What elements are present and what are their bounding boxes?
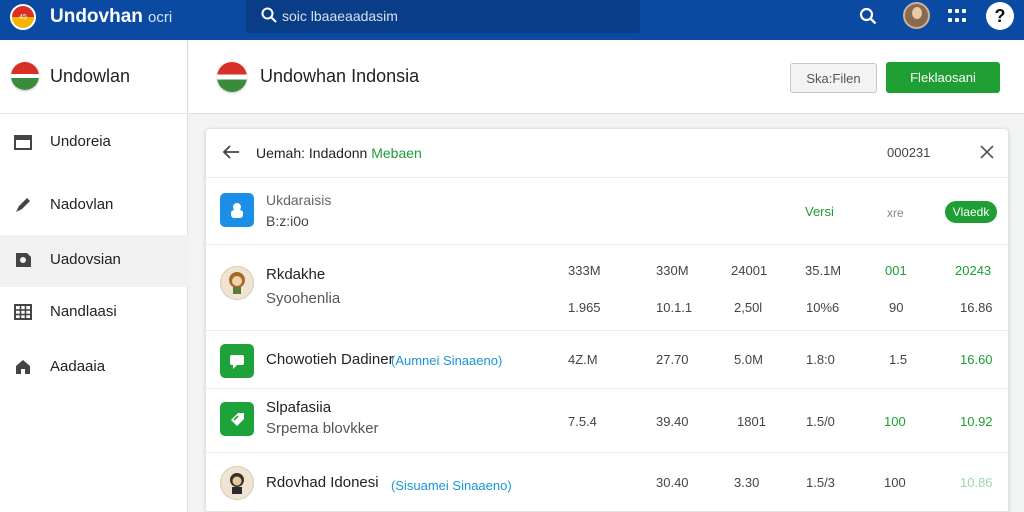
- account-icon[interactable]: ?: [986, 2, 1014, 30]
- tag-icon: [220, 402, 254, 436]
- card-header: Uemah: Indadonn Mebaen 000231: [206, 129, 1008, 178]
- user-avatar[interactable]: [903, 2, 930, 29]
- detail-card: Uemah: Indadonn Mebaen 000231 Ukdaraisis…: [205, 128, 1009, 512]
- home-icon: [16, 360, 30, 374]
- table-cell: 24001: [731, 263, 768, 278]
- pen-icon: [16, 198, 30, 212]
- app-icon: [220, 193, 254, 227]
- table-cell: 2,50l: [734, 300, 763, 315]
- table-cell: 16.86: [960, 300, 993, 315]
- table-cell: 10.1.1: [656, 300, 693, 315]
- row-subtitle: Syoohenlia: [266, 290, 341, 307]
- table-cell: 10%6: [806, 300, 840, 315]
- table-icon: [14, 304, 32, 320]
- table-cell: 90: [889, 300, 904, 315]
- sidebar-item-label: Uadovsian: [50, 251, 121, 268]
- table-cell: 1801: [737, 414, 766, 429]
- close-icon[interactable]: [978, 143, 996, 161]
- window-icon: [14, 135, 32, 150]
- bag-icon: [231, 203, 243, 218]
- sidebar-title: Undowlan: [50, 66, 131, 86]
- flag-icon: [217, 62, 247, 92]
- table-row[interactable]: Rkdakhe Syoohenlia 333M 330M 24001 35.1M…: [206, 246, 1008, 331]
- table-cell: 3.30: [734, 475, 760, 490]
- search-icon[interactable]: [858, 6, 878, 26]
- record-count: 000231: [887, 145, 931, 160]
- app-logo-icon[interactable]: 45: [10, 4, 36, 30]
- secondary-button[interactable]: Ska:Filen: [790, 63, 877, 93]
- sidebar-item-uadovsian[interactable]: Uadovsian: [0, 235, 188, 287]
- row-tag: (Aumnei Sinaaeno): [391, 353, 503, 368]
- table-cell: 1.8:0: [806, 352, 835, 367]
- table-cell: 7.5.4: [568, 414, 597, 429]
- app-subtitle: ocri: [148, 9, 173, 26]
- sidebar-item-label: Nadovlan: [50, 196, 114, 213]
- sidebar-item-aadaaia[interactable]: Aadaaia: [0, 342, 188, 394]
- sidebar-item-label: Nandlaasi: [50, 303, 117, 320]
- table-row[interactable]: Rdovhad Idonesi (Sisuamei Sinaaeno) 30.4…: [206, 454, 1008, 511]
- sidebar-item-nandlaasi[interactable]: Nandlaasi: [0, 287, 188, 339]
- character-avatar-icon: [220, 466, 254, 500]
- sidebar-header: Undowlan: [0, 40, 188, 114]
- character-avatar-icon: [220, 266, 254, 300]
- table-cell: 16.60: [960, 352, 993, 367]
- table-cell: 1.5: [889, 352, 908, 367]
- row-subtitle: Srpema blovkker: [266, 420, 379, 437]
- table-cell: 333M: [568, 263, 601, 278]
- table-row[interactable]: Slpafasiia Srpema blovkker 7.5.4 39.40 1…: [206, 390, 1008, 453]
- row-tag: (Sisuamei Sinaaeno): [391, 478, 512, 493]
- row-name: Slpafasiia: [266, 399, 332, 416]
- table-cell: 10.92: [960, 414, 993, 429]
- table-cell: 100: [884, 414, 906, 429]
- table-cell: 35.1M: [805, 263, 842, 278]
- card-title: Uemah: Indadonn Mebaen: [256, 145, 422, 161]
- card-title-main: Uemah: Indadonn: [256, 145, 368, 161]
- sidebar-item-undoreia[interactable]: Undoreia: [0, 117, 188, 169]
- status-pill-button[interactable]: Vlaedk: [945, 201, 997, 223]
- table-cell: 001: [885, 263, 907, 278]
- search-input[interactable]: [282, 6, 612, 26]
- row-subtitle: B:z:i0o: [266, 213, 309, 229]
- row-name: Ukdaraisis: [266, 192, 332, 208]
- table-cell: 1.5/0: [806, 414, 835, 429]
- table-cell: 5.0M: [734, 352, 763, 367]
- table-cell: 27.70: [656, 352, 689, 367]
- flag-icon: [11, 62, 39, 90]
- table-cell: 100: [884, 475, 906, 490]
- table-cell: 39.40: [656, 414, 689, 429]
- content-header: Undowhan Indonsia Ska:Filen Fleklaosani: [189, 40, 1024, 114]
- chat-icon: [220, 344, 254, 378]
- column-header-xre: xre: [887, 206, 904, 220]
- row-name: Rkdakhe: [266, 266, 326, 283]
- list-header-row: Ukdaraisis B:z:i0o Versi xre Vlaedk: [206, 179, 1008, 245]
- primary-button[interactable]: Fleklaosani: [886, 62, 1000, 93]
- app-title: Undovhan: [50, 6, 143, 27]
- table-cell: 330M: [656, 263, 689, 278]
- sidebar-item-label: Aadaaia: [50, 358, 106, 375]
- table-cell: 10.86: [960, 475, 993, 490]
- sidebar-item-nadovlan[interactable]: Nadovlan: [0, 180, 188, 232]
- table-cell: 30.40: [656, 475, 689, 490]
- sidebar: Undowlan Undoreia Nadovlan Uadovsian Nan…: [0, 40, 188, 512]
- page-title: Undowhan Indonsia: [260, 66, 420, 86]
- card-title-accent: Mebaen: [371, 145, 422, 161]
- search-box[interactable]: [246, 0, 640, 33]
- back-arrow-icon[interactable]: [220, 141, 242, 163]
- table-row[interactable]: Chowotieh Dadiner (Aumnei Sinaaeno) 4Z.M…: [206, 332, 1008, 389]
- apps-grid-icon[interactable]: [948, 9, 966, 23]
- top-bar: 45 Undovhan ocri ?: [0, 0, 1024, 40]
- table-cell: 20243: [955, 263, 992, 278]
- table-cell: 4Z.M: [568, 352, 598, 367]
- row-name: Rdovhad Idonesi: [266, 474, 379, 491]
- table-cell: 1.5/3: [806, 475, 835, 490]
- row-name: Chowotieh Dadiner: [266, 351, 394, 368]
- column-header-versi: Versi: [805, 204, 834, 219]
- search-icon: [261, 7, 277, 23]
- sidebar-item-label: Undoreia: [50, 133, 111, 150]
- table-cell: 1.965: [568, 300, 601, 315]
- gear-icon: [16, 253, 31, 267]
